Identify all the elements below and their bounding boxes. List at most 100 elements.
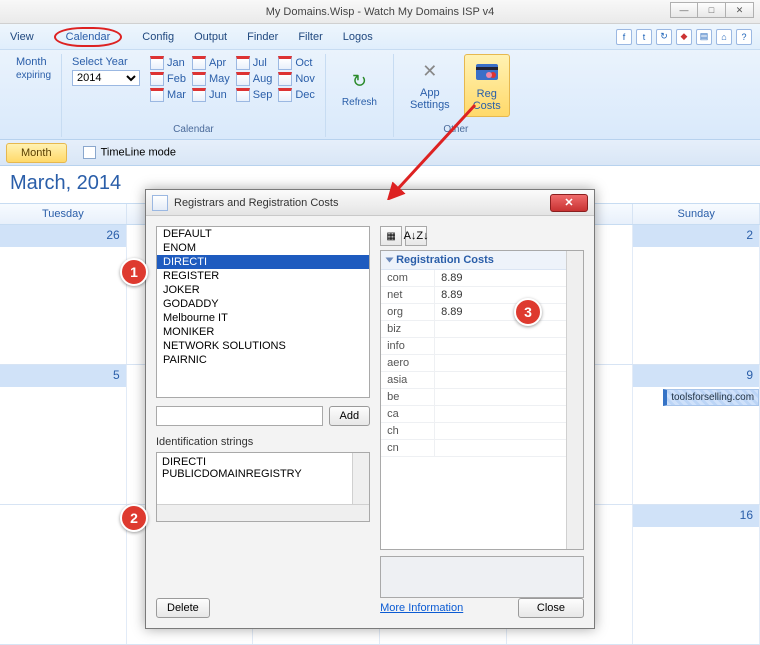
month-may[interactable]: May bbox=[192, 72, 230, 86]
menu-output[interactable]: Output bbox=[194, 31, 227, 43]
month-mar[interactable]: Mar bbox=[150, 88, 186, 102]
cost-row[interactable]: asia bbox=[381, 372, 566, 389]
month-label-1: Month bbox=[16, 56, 51, 68]
registrar-item[interactable]: DEFAULT bbox=[157, 227, 369, 241]
calendar-icon bbox=[278, 72, 292, 86]
add-button[interactable]: Add bbox=[329, 406, 371, 426]
menu-config[interactable]: Config bbox=[142, 31, 174, 43]
calendar-icon bbox=[236, 72, 250, 86]
help-icon[interactable]: ? bbox=[736, 29, 752, 45]
month-feb[interactable]: Feb bbox=[150, 72, 186, 86]
menu-calendar[interactable]: Calendar bbox=[54, 27, 123, 47]
categorize-button[interactable]: ▦ bbox=[380, 226, 402, 246]
calendar-day[interactable]: 16 bbox=[633, 505, 760, 644]
registrar-item[interactable]: MONIKER bbox=[157, 325, 369, 339]
registrars-listbox[interactable]: DEFAULTENOMDIRECTIREGISTERJOKERGODADDYMe… bbox=[156, 226, 370, 398]
month-apr[interactable]: Apr bbox=[192, 56, 230, 70]
close-window-button[interactable]: ✕ bbox=[726, 2, 754, 18]
calendar-icon bbox=[192, 56, 206, 70]
cube-icon[interactable]: ◆ bbox=[676, 29, 692, 45]
dialog-left-column: DEFAULTENOMDIRECTIREGISTERJOKERGODADDYMe… bbox=[156, 226, 370, 618]
menu-view[interactable]: View bbox=[10, 31, 34, 43]
menu-finder[interactable]: Finder bbox=[247, 31, 278, 43]
month-jul[interactable]: Jul bbox=[236, 56, 273, 70]
id-strings-box[interactable]: DIRECTIPUBLICDOMAINREGISTRY bbox=[156, 452, 370, 522]
month-sep[interactable]: Sep bbox=[236, 88, 273, 102]
registrar-item[interactable]: REGISTER bbox=[157, 269, 369, 283]
annotation-badge-1: 1 bbox=[120, 258, 148, 286]
dialog-icon bbox=[152, 195, 168, 211]
cost-row[interactable]: biz bbox=[381, 321, 566, 338]
twitter-icon[interactable]: t bbox=[636, 29, 652, 45]
menu-filter[interactable]: Filter bbox=[298, 31, 322, 43]
cost-row[interactable]: info bbox=[381, 338, 566, 355]
calendar-icon bbox=[192, 88, 206, 102]
delete-button[interactable]: Delete bbox=[156, 598, 210, 618]
cost-row[interactable]: com8.89 bbox=[381, 270, 566, 287]
month-oct[interactable]: Oct bbox=[278, 56, 315, 70]
dialog-close-button[interactable]: ✕ bbox=[550, 194, 588, 212]
reg-costs-button[interactable]: RegCosts bbox=[464, 54, 510, 117]
id-strings-label: Identification strings bbox=[156, 436, 370, 448]
scrollbar-horizontal[interactable] bbox=[157, 504, 369, 521]
scrollbar-vertical[interactable] bbox=[352, 453, 369, 504]
cost-row[interactable]: cn bbox=[381, 440, 566, 457]
facebook-icon[interactable]: f bbox=[616, 29, 632, 45]
calendar-day[interactable]: 5 bbox=[0, 365, 127, 504]
registrar-item[interactable]: JOKER bbox=[157, 283, 369, 297]
calendar-icon bbox=[150, 88, 164, 102]
propgrid-scrollbar[interactable] bbox=[566, 251, 583, 549]
month-aug[interactable]: Aug bbox=[236, 72, 273, 86]
home-icon[interactable]: ⌂ bbox=[716, 29, 732, 45]
cost-row[interactable]: aero bbox=[381, 355, 566, 372]
month-view-button[interactable]: Month bbox=[6, 143, 67, 163]
dialog-titlebar: Registrars and Registration Costs ✕ bbox=[146, 190, 594, 216]
propgrid-header[interactable]: Registration Costs bbox=[381, 251, 566, 270]
cost-row[interactable]: be bbox=[381, 389, 566, 406]
calendar-icon bbox=[278, 56, 292, 70]
month-label-2: expiring bbox=[16, 70, 51, 81]
timeline-toggle[interactable]: TimeLine mode bbox=[83, 146, 176, 159]
registrar-item[interactable]: ENOM bbox=[157, 241, 369, 255]
ribbon-other-group: ✕ AppSettings RegCosts Other bbox=[394, 54, 518, 137]
calendar-day[interactable] bbox=[0, 505, 127, 644]
calendar-day[interactable]: 26 bbox=[0, 225, 127, 364]
ribbon-refresh-group: ↻ Refresh bbox=[326, 54, 394, 137]
close-button[interactable]: Close bbox=[518, 598, 584, 618]
month-nov[interactable]: Nov bbox=[278, 72, 315, 86]
more-info-link[interactable]: More Information bbox=[380, 602, 463, 614]
add-registrar-input[interactable] bbox=[156, 406, 323, 426]
cost-row[interactable]: ch bbox=[381, 423, 566, 440]
calendar-icon bbox=[150, 72, 164, 86]
month-jun[interactable]: Jun bbox=[192, 88, 230, 102]
calendar-icon bbox=[278, 88, 292, 102]
refresh-icon[interactable]: ↻ bbox=[656, 29, 672, 45]
calendar-day[interactable]: 9toolsforselling.com bbox=[633, 365, 760, 504]
calendar-event[interactable]: toolsforselling.com bbox=[663, 389, 759, 406]
ribbon-calendar-group: Select Year 2014 JanAprJulOctFebMayAugNo… bbox=[62, 54, 326, 137]
cost-row[interactable]: ca bbox=[381, 406, 566, 423]
costs-property-grid[interactable]: Registration Costscom8.89net8.89org8.89b… bbox=[380, 250, 584, 550]
social-icons: f t ↻ ◆ ▤ ⌂ ? bbox=[616, 29, 752, 45]
menu-bar: View Calendar Config Output Finder Filte… bbox=[0, 24, 760, 50]
month-jan[interactable]: Jan bbox=[150, 56, 186, 70]
menu-logos[interactable]: Logos bbox=[343, 31, 373, 43]
registrar-item[interactable]: GODADDY bbox=[157, 297, 369, 311]
registrar-item[interactable]: PAIRNIC bbox=[157, 353, 369, 367]
registrar-item[interactable]: DIRECTI bbox=[157, 255, 369, 269]
book-icon[interactable]: ▤ bbox=[696, 29, 712, 45]
cost-row[interactable]: net8.89 bbox=[381, 287, 566, 304]
sort-az-button[interactable]: A↓Z↓ bbox=[405, 226, 427, 246]
month-dec[interactable]: Dec bbox=[278, 88, 315, 102]
registrar-item[interactable]: Melbourne IT bbox=[157, 311, 369, 325]
calendar-icon bbox=[236, 88, 250, 102]
app-settings-button[interactable]: ✕ AppSettings bbox=[402, 54, 458, 115]
registrar-item[interactable]: NETWORK SOLUTIONS bbox=[157, 339, 369, 353]
refresh-big-icon: ↻ bbox=[346, 68, 372, 94]
maximize-button[interactable]: □ bbox=[698, 2, 726, 18]
dialog-title: Registrars and Registration Costs bbox=[174, 197, 338, 209]
calendar-day[interactable]: 2 bbox=[633, 225, 760, 364]
minimize-button[interactable]: — bbox=[670, 2, 698, 18]
refresh-button[interactable]: ↻ Refresh bbox=[334, 64, 385, 112]
year-dropdown[interactable]: 2014 bbox=[72, 70, 140, 86]
